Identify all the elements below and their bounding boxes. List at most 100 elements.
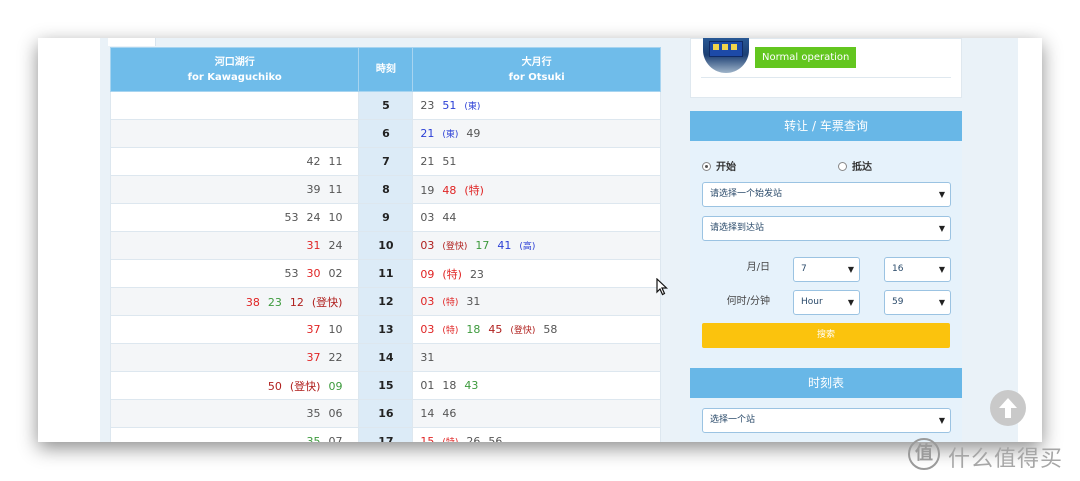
- header-right-jp: 大月行: [521, 56, 552, 68]
- day-select[interactable]: 16 ▼: [884, 257, 951, 282]
- right-departure-minute: 21: [420, 127, 435, 140]
- left-departure-minute: 09: [328, 379, 343, 393]
- right-departure-minute: 44: [442, 211, 457, 224]
- left-departure-minute: 24: [306, 211, 321, 224]
- right-departures-cell: 03 (登快) 17 41 (高): [412, 231, 661, 260]
- right-departures-cell: 09 (特) 23: [412, 259, 661, 288]
- table-row: 53 24 10 9 03 44: [109, 203, 661, 232]
- left-departure-minute: 31: [306, 239, 321, 252]
- hour-cell: 9: [358, 203, 414, 232]
- hour-select[interactable]: Hour ▼: [793, 290, 860, 315]
- left-departures-cell: 37 22: [109, 343, 360, 372]
- minute-select[interactable]: 59 ▼: [884, 290, 951, 315]
- left-departures-cell: 42 11: [109, 147, 360, 176]
- time-label: 何时/分钟: [726, 296, 770, 307]
- left-departure-minute: 50: [267, 379, 282, 393]
- header-left-en: for Kawaguchiko: [187, 71, 282, 83]
- right-departure-minute: 49: [466, 127, 481, 140]
- header-left-jp: 河口湖行: [214, 56, 255, 68]
- right-departure-minute: 03: [420, 323, 435, 336]
- from-station-select[interactable]: 请选择一个始发站 ▼: [702, 182, 951, 207]
- divider: [701, 77, 951, 78]
- right-departure-minute: 17: [475, 239, 490, 252]
- right-departure-minute: 03: [420, 211, 435, 224]
- right-departure-minute: 51: [442, 155, 457, 168]
- mouse-cursor-icon: [656, 277, 669, 300]
- hour-cell: 16: [358, 399, 414, 428]
- hour-cell: 12: [358, 287, 414, 316]
- right-departure-minute: 56: [488, 435, 503, 442]
- right-departure-minute: (特): [464, 183, 484, 197]
- table-row: 38 23 12 (登快) 12 03 (特) 31: [109, 287, 661, 316]
- radio-selected-icon: [702, 162, 711, 171]
- left-departure-minute: 30: [306, 267, 321, 280]
- left-departure-minute: 07: [328, 435, 343, 442]
- radio-arrive-label: 抵达: [852, 162, 872, 173]
- table-row: 31 24 10 03 (登快) 17 41 (高): [109, 231, 661, 260]
- radio-unselected-icon: [838, 162, 847, 171]
- table-row: 39 11 8 19 48 (特): [109, 175, 661, 204]
- header-time: 時刻: [358, 47, 414, 92]
- table-row: 37 10 13 03 (特) 18 45 (登快) 58: [109, 315, 661, 344]
- left-departures-cell: 35 06: [109, 399, 360, 428]
- arrow-up-icon: [999, 398, 1017, 418]
- schedule-panel: 时刻表 选择一个站 ▼: [690, 368, 962, 442]
- caret-down-icon: ▼: [938, 190, 945, 199]
- timetable-body: 5 23 51 (東) 6 21 (東) 49 42 11 7 21 51 39 11 8 19 48 (特) 53 2…: [109, 91, 661, 442]
- left-departure-minute: 06: [328, 407, 343, 420]
- caret-down-icon: ▼: [847, 265, 854, 274]
- left-departures-cell: 31 24: [109, 231, 360, 260]
- left-departure-minute: 02: [328, 267, 343, 280]
- radio-start-label: 开始: [716, 162, 736, 173]
- left-departure-minute: 11: [328, 183, 343, 196]
- right-departure-minute: 09: [420, 267, 435, 281]
- hour-cell: 7: [358, 147, 414, 176]
- right-departure-minute: 46: [442, 407, 457, 420]
- hour-cell: 15: [358, 371, 414, 400]
- right-departure-minute: 23: [420, 99, 435, 112]
- table-row: 35 06 16 14 46: [109, 399, 661, 428]
- right-departures-cell: 19 48 (特): [412, 175, 661, 204]
- right-departures-cell: 21 51: [412, 147, 661, 176]
- right-departures-cell: 23 51 (東): [412, 91, 661, 120]
- hour-cell: 5: [358, 91, 414, 120]
- left-departure-minute: 53: [284, 211, 299, 224]
- right-departure-minute: 31: [420, 351, 435, 364]
- month-select[interactable]: 7 ▼: [793, 257, 860, 282]
- radio-start[interactable]: 开始: [702, 158, 736, 173]
- right-departures-cell: 03 (特) 18 45 (登快) 58: [412, 315, 661, 344]
- to-station-value: 请选择到达站: [710, 223, 765, 233]
- right-departure-minute: 23: [469, 267, 484, 281]
- left-departures-cell: 53 30 02: [109, 259, 360, 288]
- station-select[interactable]: 选择一个站 ▼: [702, 408, 951, 433]
- right-departure-minute: 21: [420, 155, 435, 168]
- search-button[interactable]: 搜索: [702, 323, 950, 348]
- table-row: 35 07 17 15 (特) 26 56: [109, 427, 661, 442]
- left-departure-minute: 42: [306, 155, 321, 168]
- to-station-select[interactable]: 请选择到达站 ▼: [702, 216, 951, 241]
- left-departure-minute: 39: [306, 183, 321, 196]
- left-departure-minute: 35: [306, 407, 321, 420]
- right-departures-cell: 15 (特) 26 56: [412, 427, 661, 442]
- status-badge: Normal operation: [755, 47, 857, 68]
- right-departure-minute: (登快): [442, 242, 468, 252]
- month-value: 7: [801, 264, 807, 274]
- watermark: 值 什么值得买: [908, 436, 1078, 474]
- caret-down-icon: ▼: [938, 265, 945, 274]
- radio-arrive[interactable]: 抵达: [838, 158, 872, 173]
- right-departure-minute: 58: [543, 323, 558, 336]
- left-departures-cell: 53 24 10: [109, 203, 360, 232]
- right-departure-minute: (東): [442, 130, 459, 140]
- right-departure-minute: (特): [442, 435, 458, 442]
- hour-cell: 10: [358, 231, 414, 260]
- browser-viewport: 河口湖行 for Kawaguchiko 時刻 大月行 for Otsuki 5…: [38, 38, 1042, 442]
- right-departure-minute: 43: [464, 379, 479, 392]
- station-value: 选择一个站: [710, 415, 756, 425]
- right-departure-minute: 51: [442, 99, 457, 112]
- right-departure-minute: 31: [466, 295, 481, 308]
- header-kawaguchiko: 河口湖行 for Kawaguchiko: [109, 47, 360, 92]
- tab-stub: [108, 38, 156, 46]
- left-departures-cell: [109, 91, 360, 120]
- scroll-top-button[interactable]: [990, 390, 1026, 426]
- watermark-logo: 值: [908, 438, 940, 470]
